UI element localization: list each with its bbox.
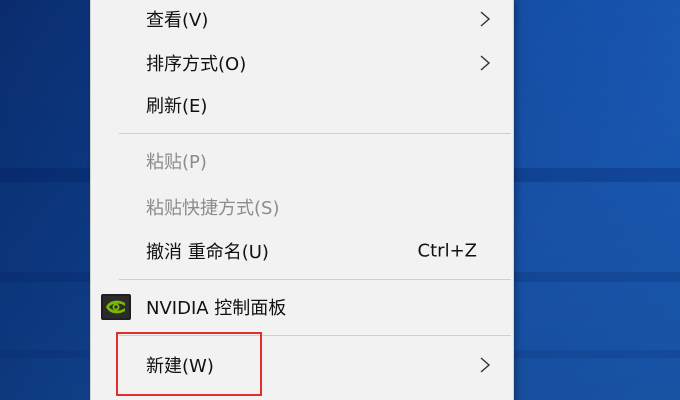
menu-item-nvidia-control-panel[interactable]: NVIDIA 控制面板 [91,289,513,325]
menu-item-label: NVIDIA 控制面板 [146,298,287,319]
menu-item-sort-by[interactable]: 排序方式(O) [91,45,513,81]
menu-item-undo-rename[interactable]: 撤消 重命名(U) Ctrl+Z [91,233,513,269]
chevron-right-icon [480,357,491,373]
menu-item-label: 粘贴(P) [146,152,207,173]
menu-item-label: 刷新(E) [146,96,208,117]
menu-item-label: 排序方式(O) [146,54,247,75]
menu-separator [119,133,511,134]
menu-item-label: 粘贴快捷方式(S) [146,198,280,219]
menu-item-view[interactable]: 查看(V) [91,1,513,37]
annotation-highlight-box [116,332,262,396]
desktop-background: 查看(V) 排序方式(O) 刷新(E) 粘贴(P) 粘贴快捷方式(S) 撤消 重… [0,0,680,400]
chevron-right-icon [480,55,491,71]
menu-item-paste[interactable]: 粘贴(P) [91,143,513,179]
menu-item-label: 撤消 重命名(U) [146,242,269,263]
menu-item-label: 查看(V) [146,10,209,31]
menu-item-paste-shortcut[interactable]: 粘贴快捷方式(S) [91,189,513,225]
chevron-right-icon [480,11,491,27]
nvidia-icon [101,294,131,320]
menu-item-refresh[interactable]: 刷新(E) [91,87,513,123]
menu-separator [119,279,511,280]
shortcut-text: Ctrl+Z [417,240,477,262]
